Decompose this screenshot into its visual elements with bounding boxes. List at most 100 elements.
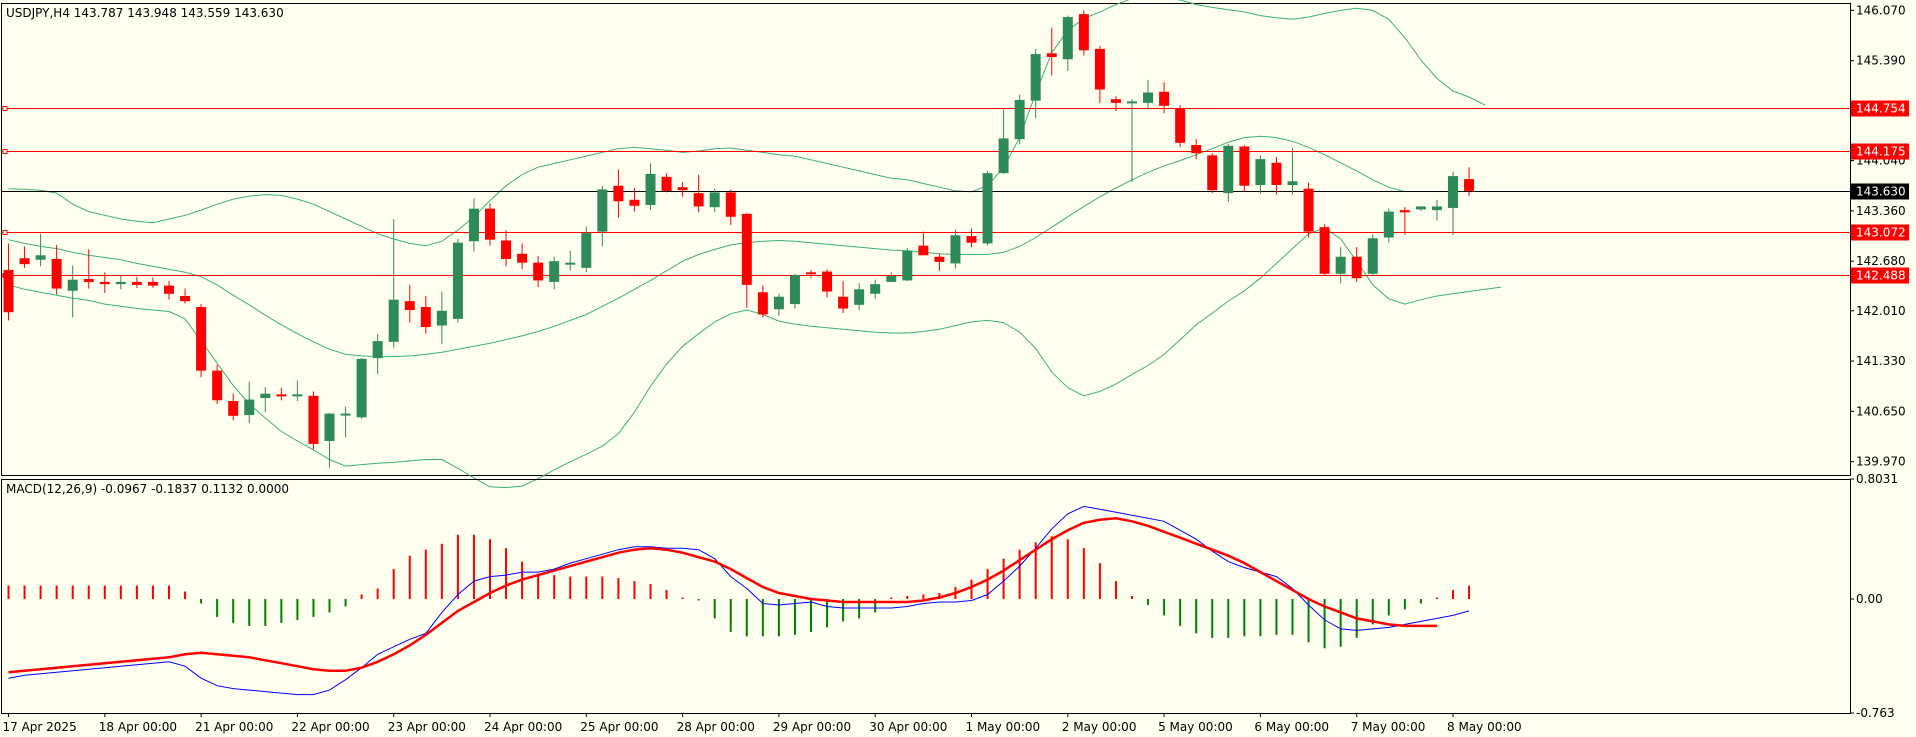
candle-body <box>549 261 560 282</box>
candle-body <box>1014 99 1025 140</box>
candle-body <box>789 275 800 305</box>
candle-body <box>3 270 14 313</box>
candle-body <box>725 192 736 217</box>
level-anchor-handle[interactable] <box>2 149 8 154</box>
candle-body <box>196 307 207 371</box>
candle-body <box>854 289 865 305</box>
candle-body <box>468 208 479 242</box>
candle-body <box>1159 91 1170 106</box>
candle-body <box>115 281 126 285</box>
macd-panel-title: MACD(12,26,9) -0.0967 -0.1837 0.1132 0.0… <box>6 482 289 496</box>
candle-body <box>1399 210 1410 213</box>
candle-body <box>67 279 78 291</box>
candle-body <box>83 278 94 282</box>
candle-body <box>1415 206 1426 210</box>
candle-body <box>244 399 255 416</box>
candle[interactable] <box>485 203 495 246</box>
macd-tick-label: 0.8031 <box>1856 472 1898 486</box>
time-tick-label: 21 Apr 00:00 <box>195 720 273 734</box>
candle-body <box>485 208 495 240</box>
candle[interactable] <box>196 304 207 378</box>
candle-body <box>613 185 624 202</box>
time-tick-label: 30 Apr 00:00 <box>869 720 947 734</box>
candle[interactable] <box>902 247 913 282</box>
candle-body <box>1464 179 1475 191</box>
price-tick-label: 145.390 <box>1856 54 1906 68</box>
time-tick-label: 6 May 00:00 <box>1254 720 1329 734</box>
candle-body <box>228 401 239 416</box>
candle-body <box>1239 146 1250 186</box>
candle-body <box>918 245 929 256</box>
candle-body <box>581 233 592 268</box>
candle-body <box>372 341 383 359</box>
candle-body <box>1448 176 1458 208</box>
price-tick-label: 143.360 <box>1856 204 1906 218</box>
candle-body <box>966 236 977 243</box>
candle[interactable] <box>1367 234 1378 276</box>
candle-body <box>1431 206 1442 211</box>
candle-body <box>886 275 897 282</box>
time-tick-label: 1 May 00:00 <box>966 720 1041 734</box>
candle-body <box>1271 162 1282 185</box>
price-panel-title: USDJPY,H4 143.787 143.948 143.559 143.63… <box>6 6 284 20</box>
candle-body <box>677 187 688 191</box>
level-price-label: 144.754 <box>1856 102 1906 116</box>
candle-body <box>533 262 544 281</box>
candle-body <box>1335 256 1346 274</box>
candle[interactable] <box>982 170 993 246</box>
candle[interactable] <box>356 358 367 419</box>
candle[interactable] <box>1078 10 1089 56</box>
price-tick-label: 140.650 <box>1856 404 1906 418</box>
price-tick-label: 141.330 <box>1856 354 1906 368</box>
candle-body <box>340 413 351 416</box>
candle-body <box>436 310 447 326</box>
time-tick-label: 23 Apr 00:00 <box>388 720 466 734</box>
candle-body <box>1175 108 1186 143</box>
candle-body <box>950 235 961 264</box>
candle-body <box>1287 181 1298 185</box>
time-tick-label: 18 Apr 00:00 <box>99 720 177 734</box>
candle-body <box>356 358 367 418</box>
candle-body <box>388 299 399 342</box>
candle-body <box>212 370 223 401</box>
candle-body <box>1078 14 1089 51</box>
candle-body <box>308 395 319 444</box>
candle-body <box>934 256 945 262</box>
candle-body <box>99 281 110 285</box>
candle-body <box>902 250 913 281</box>
candle[interactable] <box>1239 145 1250 192</box>
candle[interactable] <box>1319 224 1330 276</box>
candle-body <box>773 296 784 310</box>
candle[interactable] <box>1207 153 1218 194</box>
candle-body <box>1191 145 1202 154</box>
candle-body <box>517 253 528 263</box>
candle-body <box>757 292 768 315</box>
candle-body <box>1255 159 1266 185</box>
candle[interactable] <box>1175 105 1186 148</box>
candle-body <box>324 413 335 441</box>
candle-body <box>1094 48 1105 90</box>
candle[interactable] <box>1014 94 1025 145</box>
candle-body <box>629 199 640 206</box>
candle-body <box>147 281 158 286</box>
level-anchor-handle[interactable] <box>2 230 8 235</box>
candle[interactable] <box>1303 182 1314 238</box>
candle-body <box>1351 256 1362 279</box>
candle-body <box>1303 188 1314 232</box>
candle[interactable] <box>581 226 592 273</box>
time-tick-label: 24 Apr 00:00 <box>484 720 562 734</box>
candle[interactable] <box>789 273 800 309</box>
candle[interactable] <box>452 239 463 323</box>
level-anchor-handle[interactable] <box>2 106 8 111</box>
candle-body <box>1127 101 1137 104</box>
candle-body <box>1062 17 1073 60</box>
candle-body <box>35 255 46 260</box>
level-price-label: 143.072 <box>1856 226 1906 240</box>
price-tick-label: 139.970 <box>1856 455 1906 469</box>
candle-body <box>1367 238 1378 274</box>
trading-chart[interactable]: 146.070145.390144.040143.360142.680142.0… <box>0 0 1916 737</box>
candle[interactable] <box>308 391 319 450</box>
candle-body <box>1207 155 1218 191</box>
candle-body <box>452 242 463 319</box>
candle-body <box>1319 227 1330 274</box>
